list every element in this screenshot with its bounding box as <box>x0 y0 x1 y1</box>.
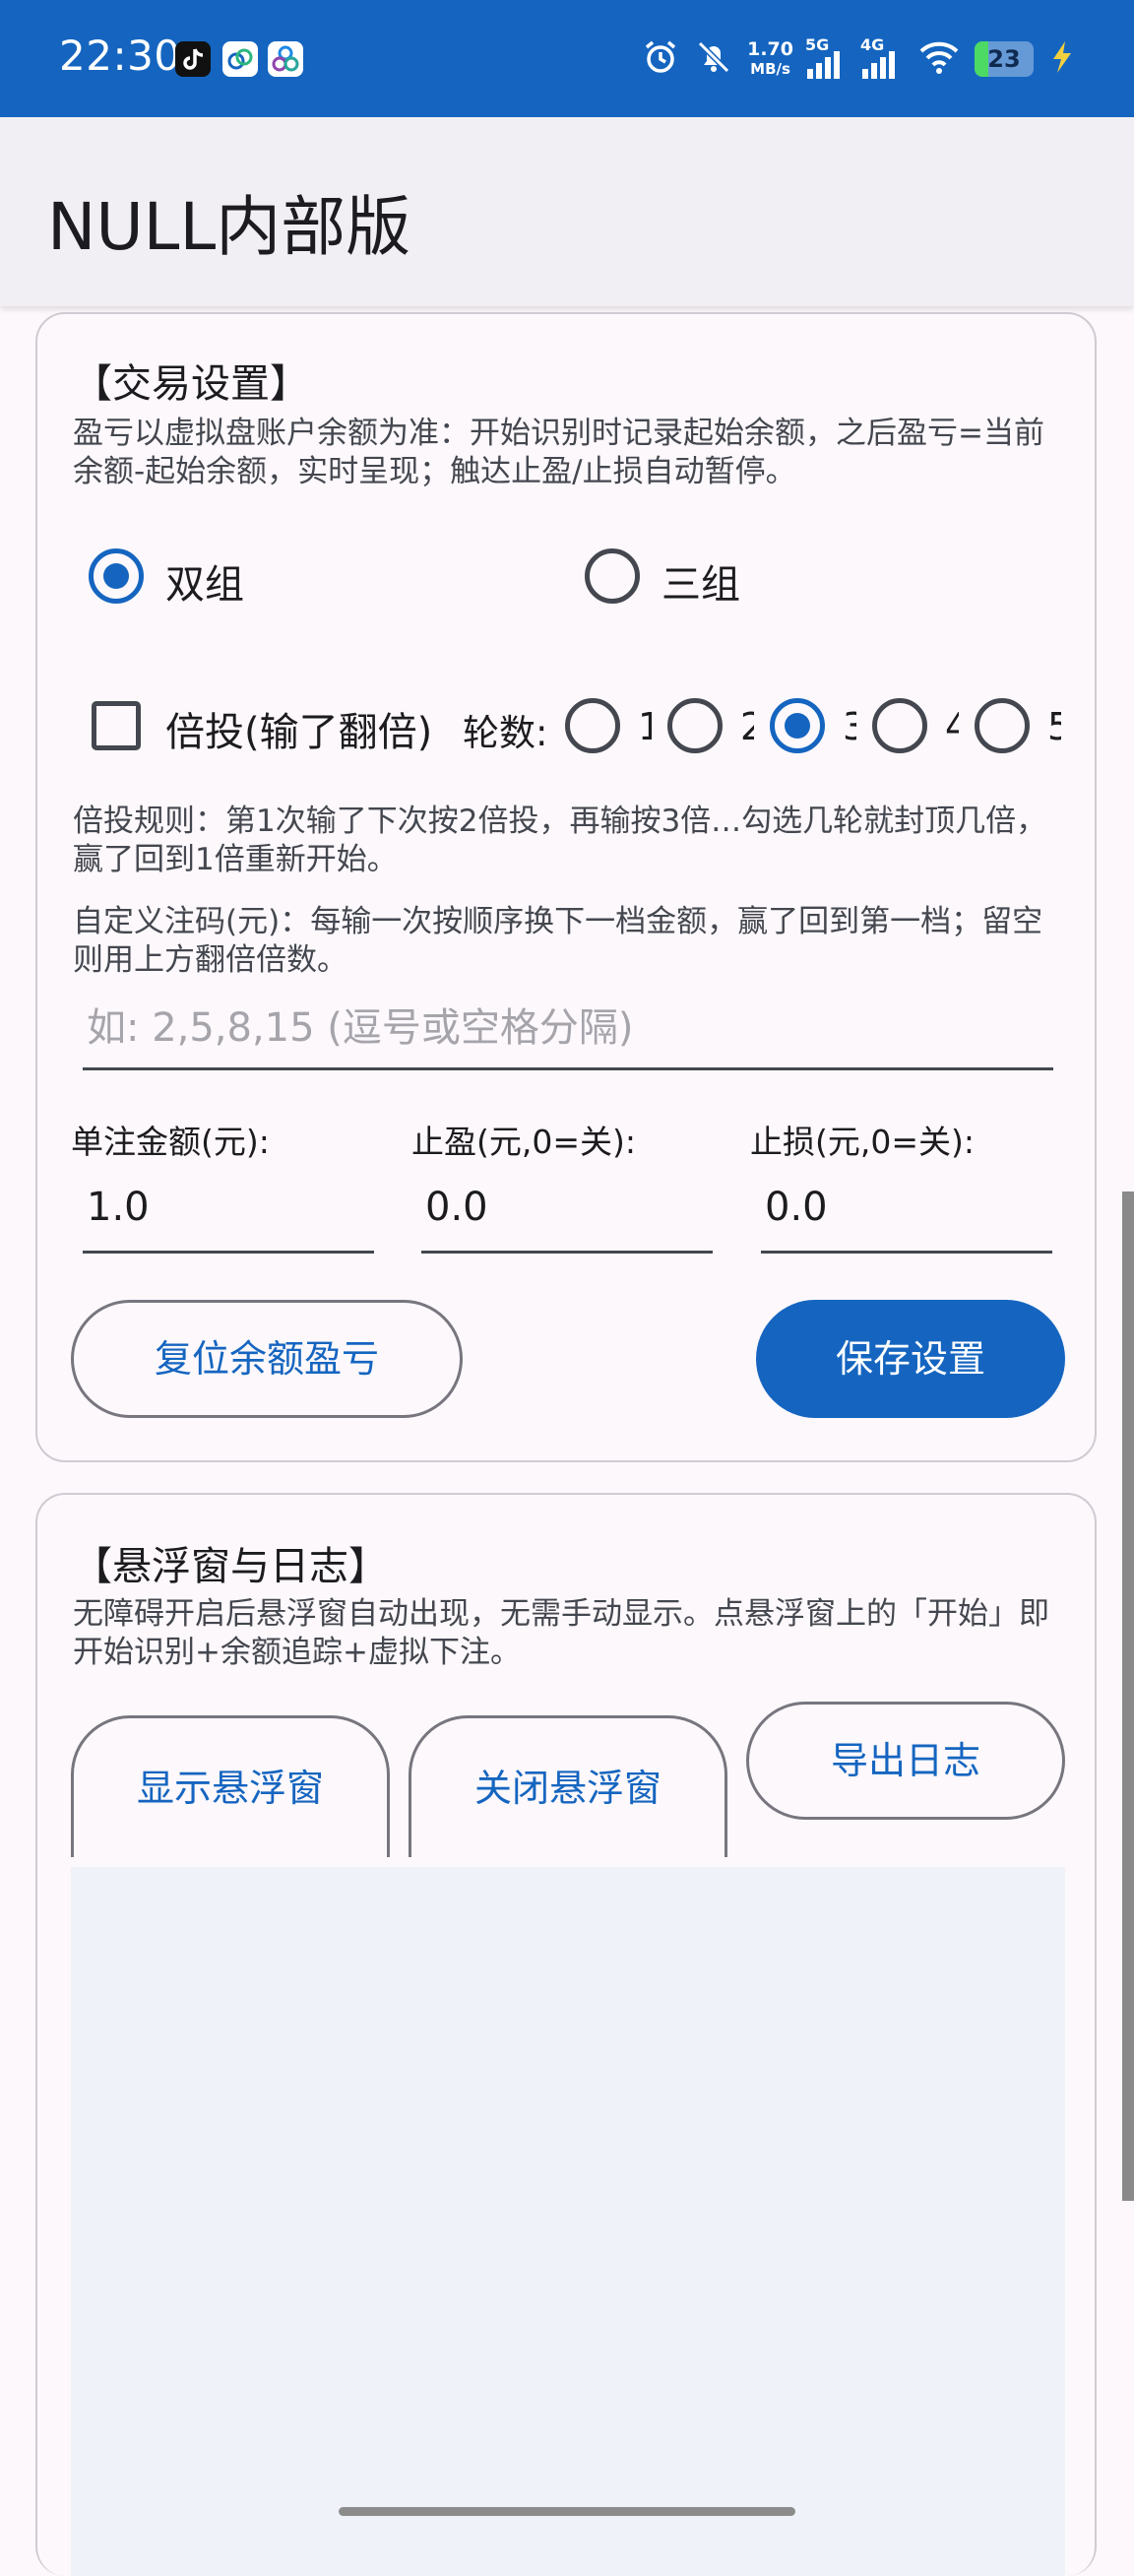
save-settings-button[interactable]: 保存设置 <box>756 1300 1065 1418</box>
double-bet-checkbox[interactable] <box>92 701 141 750</box>
float-log-card: 【悬浮窗与日志】 无障碍开启后悬浮窗自动出现，无需手动显示。点悬浮窗上的「开始」… <box>35 1493 1097 2576</box>
group-option-double-label: 双组 <box>165 562 244 608</box>
net-speed: 1.70 MB/s <box>747 39 793 79</box>
round-label-3: 3 <box>843 705 856 748</box>
rounds-label: 轮数: <box>463 712 548 754</box>
alarm-icon <box>641 37 680 81</box>
status-bar: 22:30 1.70 MB/s 5G 4G 23 <box>0 0 1134 117</box>
multi-app-icon <box>268 41 303 77</box>
take-profit-field[interactable] <box>421 1185 713 1254</box>
round-label-4: 4 <box>945 705 959 748</box>
battery-fill <box>975 41 988 77</box>
round-label-5: 5 <box>1047 705 1061 748</box>
stop-loss-label: 止损(元,0=关): <box>750 1123 976 1161</box>
custom-bet-input[interactable] <box>83 1005 1053 1051</box>
app-title: NULL内部版 <box>47 189 411 265</box>
bet-amount-field[interactable] <box>83 1185 374 1254</box>
bet-amount-label: 单注金额(元): <box>71 1123 270 1161</box>
trade-settings-card: 【交易设置】 盈亏以虚拟盘账户余额为准：开始识别时记录起始余额，之后盈亏=当前余… <box>35 312 1097 1462</box>
wifi-icon <box>917 37 961 81</box>
status-icons: 1.70 MB/s 5G 4G 23 <box>641 30 1077 89</box>
reset-balance-button[interactable]: 复位余额盈亏 <box>71 1300 463 1418</box>
trade-settings-title: 【交易设置】 <box>73 361 309 407</box>
round-radio-3[interactable] <box>770 698 825 753</box>
round-label-1: 1 <box>638 705 652 748</box>
scrollbar[interactable] <box>1122 1191 1134 2201</box>
take-profit-label: 止盈(元,0=关): <box>411 1123 637 1161</box>
charging-icon <box>1047 37 1077 81</box>
trade-settings-description: 盈亏以虚拟盘账户余额为准：开始识别时记录起始余额，之后盈亏=当前余额-起始余额，… <box>73 416 1044 489</box>
bet-amount-input[interactable] <box>83 1185 374 1230</box>
round-radio-5[interactable] <box>975 698 1030 753</box>
radio-triple-group[interactable] <box>585 548 640 604</box>
battery-indicator: 23 <box>975 41 1034 77</box>
net-speed-unit: MB/s <box>750 60 790 78</box>
stop-loss-field[interactable] <box>761 1185 1052 1254</box>
radio-double-group[interactable] <box>89 548 144 604</box>
export-log-button[interactable]: 导出日志 <box>746 1702 1065 1820</box>
show-float-button[interactable]: 显示悬浮窗 <box>71 1715 390 1857</box>
round-radio-2[interactable] <box>667 698 723 753</box>
tiktok-icon <box>175 41 211 77</box>
close-float-button[interactable]: 关闭悬浮窗 <box>409 1715 727 1857</box>
float-log-title: 【悬浮窗与日志】 <box>73 1544 388 1589</box>
home-indicator[interactable] <box>339 2507 795 2516</box>
battery-level: 23 <box>987 45 1021 73</box>
signal-4g-icon: 4G <box>860 35 904 79</box>
mute-icon <box>694 37 733 81</box>
round-radio-4[interactable] <box>872 698 927 753</box>
status-time: 22:30 <box>59 32 181 80</box>
app-bar: NULL内部版 <box>0 117 1134 306</box>
custom-bet-field[interactable] <box>83 1005 1053 1070</box>
double-bet-rule: 倍投规则：第1次输了下次按2倍投，再输按3倍…勾选几轮就封顶几倍，赢了回到1倍重… <box>73 804 1047 877</box>
group-option-triple-label: 三组 <box>662 562 740 608</box>
take-profit-input[interactable] <box>421 1185 713 1230</box>
round-label-2: 2 <box>740 705 754 748</box>
custom-bet-description: 自定义注码(元)：每输一次按顺序换下一档金额，赢了回到第一档；留空则用上方翻倍倍… <box>73 904 1043 978</box>
log-area[interactable] <box>71 1867 1065 2576</box>
signal-5g-icon: 5G <box>805 35 849 79</box>
float-log-description: 无障碍开启后悬浮窗自动出现，无需手动显示。点悬浮窗上的「开始」即开始识别+余额追… <box>73 1596 1049 1670</box>
net-speed-value: 1.70 <box>747 38 793 60</box>
stop-loss-input[interactable] <box>761 1185 1052 1230</box>
double-bet-label: 倍投(输了翻倍) <box>165 710 433 755</box>
cloud-app-icon <box>222 41 258 77</box>
round-radio-1[interactable] <box>565 698 620 753</box>
